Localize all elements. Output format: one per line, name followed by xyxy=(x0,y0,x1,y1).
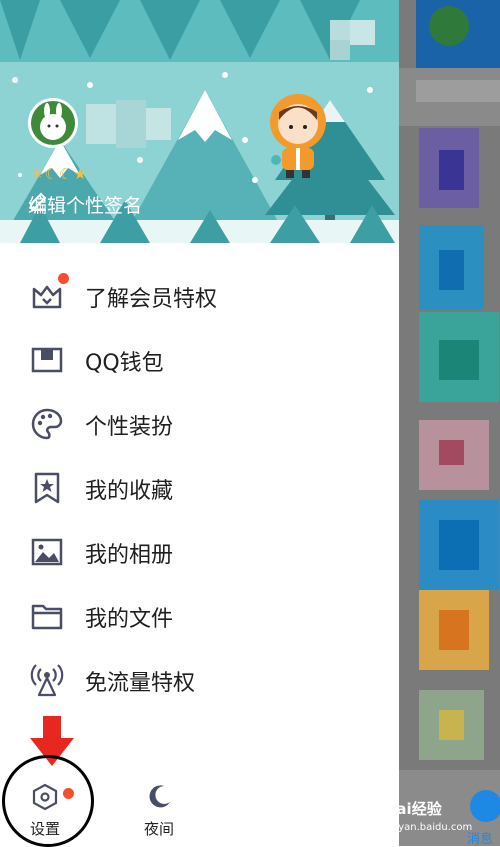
menu-item-label: 我的相册 xyxy=(85,543,174,568)
folder-icon xyxy=(30,599,64,633)
menu-item-my-favorites[interactable]: 我的收藏 xyxy=(0,455,399,519)
profile-header: ☀☾☾★ 编辑个性签名 xyxy=(0,0,399,243)
watermark-brand: Bai经验 xyxy=(385,800,442,818)
menu-item-label: QQ钱包 xyxy=(85,351,164,376)
menu-item-label: 我的文件 xyxy=(85,607,174,632)
message-tab-icon xyxy=(470,790,500,822)
side-drawer: ☀☾☾★ 编辑个性签名 了解会员特权 QQ钱包 个性装扮 我的收藏 我的相册 我… xyxy=(0,0,399,847)
night-mode-button[interactable]: 夜间 xyxy=(114,770,204,846)
night-mode-label: 夜间 xyxy=(143,820,174,838)
menu-item-label: 免流量特权 xyxy=(85,671,196,696)
menu-item-free-data[interactable]: 免流量特权 xyxy=(0,647,399,711)
username-blurred xyxy=(86,100,176,148)
notification-dot xyxy=(58,273,69,284)
menu-item-label: 个性装扮 xyxy=(85,415,174,440)
menu-item-vip-privileges[interactable]: 了解会员特权 xyxy=(0,263,399,327)
signal-tower-icon xyxy=(30,663,64,697)
bookmark-star-icon xyxy=(30,471,64,505)
menu-item-my-album[interactable]: 我的相册 xyxy=(0,519,399,583)
menu-item-my-files[interactable]: 我的文件 xyxy=(0,583,399,647)
menu-item-qq-wallet[interactable]: QQ钱包 xyxy=(0,327,399,391)
level-icons: ☀☾☾★ xyxy=(30,165,88,183)
circle-annotation xyxy=(2,755,94,847)
photo-album-icon xyxy=(30,535,64,569)
watermark-url: jingyan.baidu.com xyxy=(380,822,473,833)
background-chat-list xyxy=(399,0,500,846)
signature-edit[interactable]: 编辑个性签名 xyxy=(28,191,154,218)
menu-item-personal-style[interactable]: 个性装扮 xyxy=(0,391,399,455)
menu-item-label: 了解会员特权 xyxy=(85,287,218,312)
crown-icon xyxy=(30,279,64,313)
palette-icon xyxy=(30,407,64,441)
avatar[interactable] xyxy=(28,98,78,148)
moon-icon xyxy=(144,782,174,812)
wallet-icon xyxy=(30,343,64,377)
menu-item-label: 我的收藏 xyxy=(85,479,174,504)
